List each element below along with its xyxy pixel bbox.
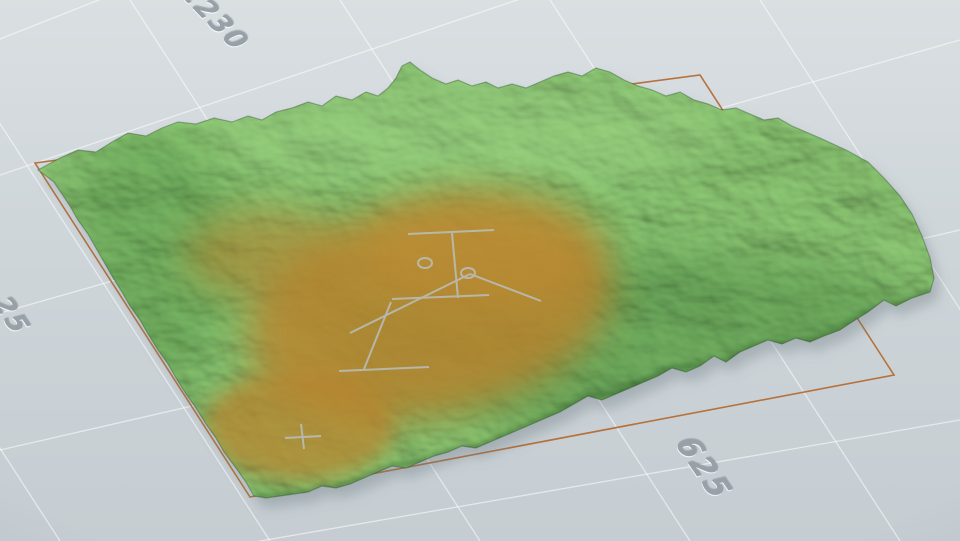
scene-canvas bbox=[0, 0, 960, 541]
3d-viewport[interactable]: 1230 25 625 bbox=[0, 0, 960, 541]
